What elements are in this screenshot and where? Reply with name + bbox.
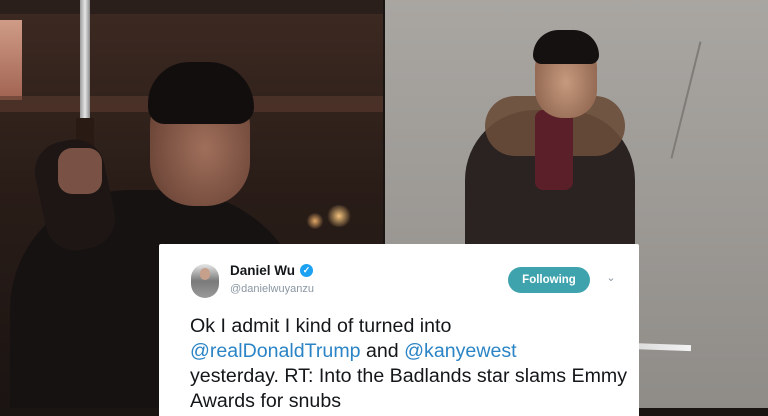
following-button[interactable]: Following (508, 267, 590, 293)
tweet-text-conjunction: and (360, 340, 405, 362)
photo-background-light (0, 20, 22, 100)
avatar[interactable] (191, 264, 219, 298)
tweet-text-part2: yesterday. RT: Into the Badlands star sl… (190, 365, 628, 412)
photo-bokeh-light (306, 213, 324, 229)
portrait-hair (533, 30, 599, 64)
fighter-fist (58, 148, 102, 194)
verified-badge-icon: ✓ (300, 264, 314, 277)
chevron-down-icon[interactable]: ⌄ (604, 271, 618, 285)
tweet-text-part1: Ok I admit I kind of turned into (190, 315, 452, 337)
photo-bokeh-light (326, 205, 352, 227)
author-name-row: Daniel Wu ✓ (230, 263, 314, 278)
avatar-face (200, 268, 210, 280)
tweet-card: Daniel Wu ✓ @danielwuyanzu Following ⌄ O… (159, 244, 639, 416)
concrete-wall-crack (670, 41, 702, 159)
display-name[interactable]: Daniel Wu (230, 263, 295, 278)
sword-blade (80, 0, 90, 120)
photo-background-beam (0, 0, 383, 14)
mention-link[interactable]: @realDonaldTrump (190, 340, 361, 362)
mention-link[interactable]: @kanyewest (404, 340, 516, 362)
fighter-hair (148, 62, 254, 124)
portrait-scarf (535, 110, 573, 190)
user-handle[interactable]: @danielwuyanzu (230, 283, 314, 295)
tweet-text: Ok I admit I kind of turned into @realDo… (190, 314, 630, 414)
